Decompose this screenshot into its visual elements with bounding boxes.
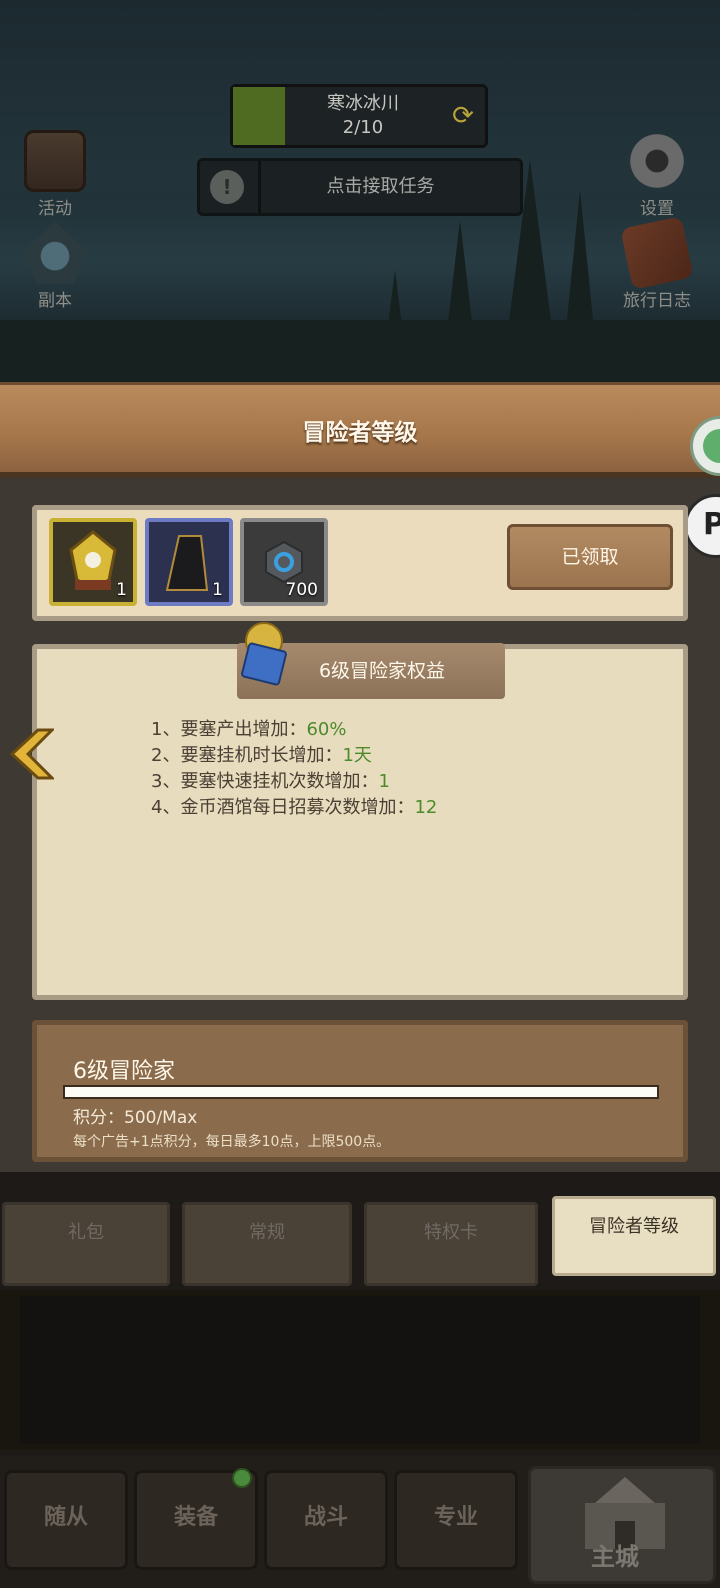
panel-header: 冒险者等级	[0, 382, 720, 478]
nav-main-city[interactable]: 主城	[528, 1466, 716, 1584]
nav-main-city-label: 主城	[591, 1543, 639, 1571]
claimed-button[interactable]: 已领取	[507, 524, 673, 590]
tab-adventurer-level[interactable]: 冒险者等级	[552, 1196, 716, 1276]
reward-item[interactable]: 1	[49, 518, 137, 606]
benefit-row: 4、金币酒馆每日招募次数增加：12	[151, 797, 438, 818]
settings-button[interactable]: 设置	[612, 130, 702, 219]
task-bar[interactable]: ! 点击接取任务	[197, 158, 523, 216]
refresh-icon[interactable]: ⟳	[441, 87, 485, 145]
reward-quantity: 1	[116, 580, 127, 600]
activity-chest-icon	[24, 130, 86, 192]
benefits-box: 6级冒险家权益 1、要塞产出增加：60% 2、要塞挂机时长增加：1天 3、要塞快…	[32, 622, 688, 1000]
tab-regular[interactable]: 常规	[182, 1202, 352, 1286]
reward-item[interactable]: 700	[240, 518, 328, 606]
chat-bubble-icon	[703, 429, 720, 463]
medal-card-icon	[241, 622, 287, 686]
travel-log-button[interactable]: 旅行日志	[612, 216, 702, 311]
activity-button[interactable]: 活动	[10, 130, 100, 219]
points-progress-fill	[65, 1087, 657, 1097]
notification-dot-icon	[232, 1468, 252, 1488]
points-note: 每个广告+1点积分，每日最多10点，上限500点。	[73, 1134, 391, 1150]
reward-quantity: 700	[285, 580, 318, 600]
nav-followers[interactable]: 随从	[4, 1470, 128, 1570]
zone-color-swatch	[233, 87, 285, 145]
reward-quantity: 1	[212, 580, 223, 600]
level-name: 6级冒险家	[73, 1059, 175, 1084]
dungeon-label: 副本	[38, 291, 72, 311]
reward-item[interactable]: 1	[145, 518, 233, 606]
reward-box: 1 1 700 已领取	[32, 505, 688, 621]
travel-log-book-icon	[620, 216, 694, 290]
points-progress-bar	[63, 1085, 659, 1099]
dungeon-portal-icon	[24, 222, 86, 284]
tab-gift-pack[interactable]: 礼包	[2, 1202, 170, 1286]
tab-privilege-card[interactable]: 特权卡	[364, 1202, 538, 1286]
activity-label: 活动	[38, 199, 72, 219]
lower-empty-area	[0, 1290, 720, 1450]
nav-profession[interactable]: 专业	[394, 1470, 518, 1570]
panel-tabs: 礼包 常规 特权卡 冒险者等级	[0, 1196, 720, 1290]
zone-progress-bar[interactable]: 寒冰冰川 2/10 ⟳	[230, 84, 488, 148]
settings-label: 设置	[640, 199, 674, 219]
nav-battle[interactable]: 战斗	[264, 1470, 388, 1570]
zone-progress: 2/10	[342, 117, 384, 138]
travel-log-label: 旅行日志	[623, 291, 691, 311]
zone-name: 寒冰冰川	[327, 93, 399, 114]
benefit-row: 1、要塞产出增加：60%	[151, 719, 347, 740]
task-prompt[interactable]: 点击接取任务	[258, 161, 500, 213]
benefit-row: 3、要塞快速挂机次数增加：1	[151, 771, 390, 792]
benefit-row: 2、要塞挂机时长增加：1天	[151, 745, 372, 766]
benefits-list: 1、要塞产出增加：60% 2、要塞挂机时长增加：1天 3、要塞快速挂机次数增加：…	[151, 717, 437, 821]
exclamation-icon: !	[210, 170, 244, 204]
panel-title: 冒险者等级	[302, 420, 418, 446]
points-text: 积分：500/Max	[73, 1108, 198, 1128]
previous-level-arrow-icon[interactable]	[8, 728, 54, 780]
dungeon-button[interactable]: 副本	[10, 222, 100, 311]
level-progress-box: 6级冒险家 积分：500/Max 每个广告+1点积分，每日最多10点，上限500…	[32, 1020, 688, 1162]
gear-icon	[626, 130, 688, 192]
